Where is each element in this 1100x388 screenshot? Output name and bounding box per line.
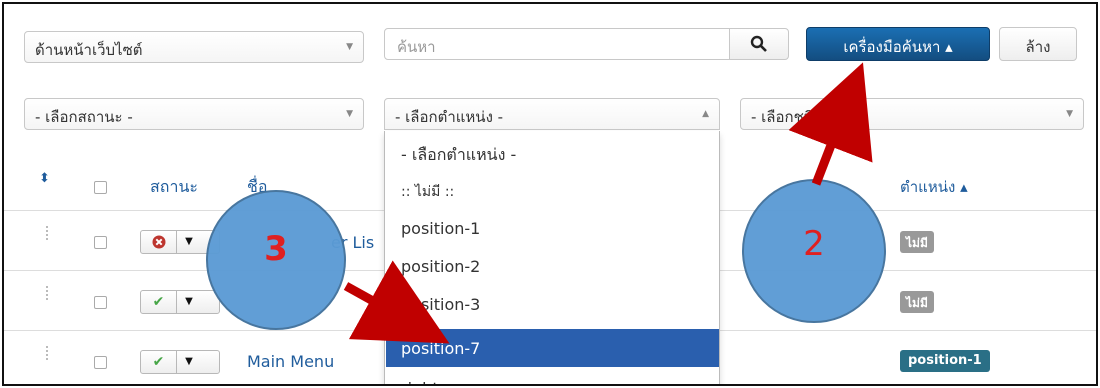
extra-filter-select[interactable] xyxy=(1096,98,1098,130)
screenshot-frame: ด้านหน้าเว็บไซต์ ▼ ค้นหา เครื่องมือค้นหา… xyxy=(2,2,1098,386)
arrow-to-position-7 xyxy=(343,260,450,344)
annotation-arrows xyxy=(343,62,873,344)
arrow-to-search-tools xyxy=(788,62,873,186)
